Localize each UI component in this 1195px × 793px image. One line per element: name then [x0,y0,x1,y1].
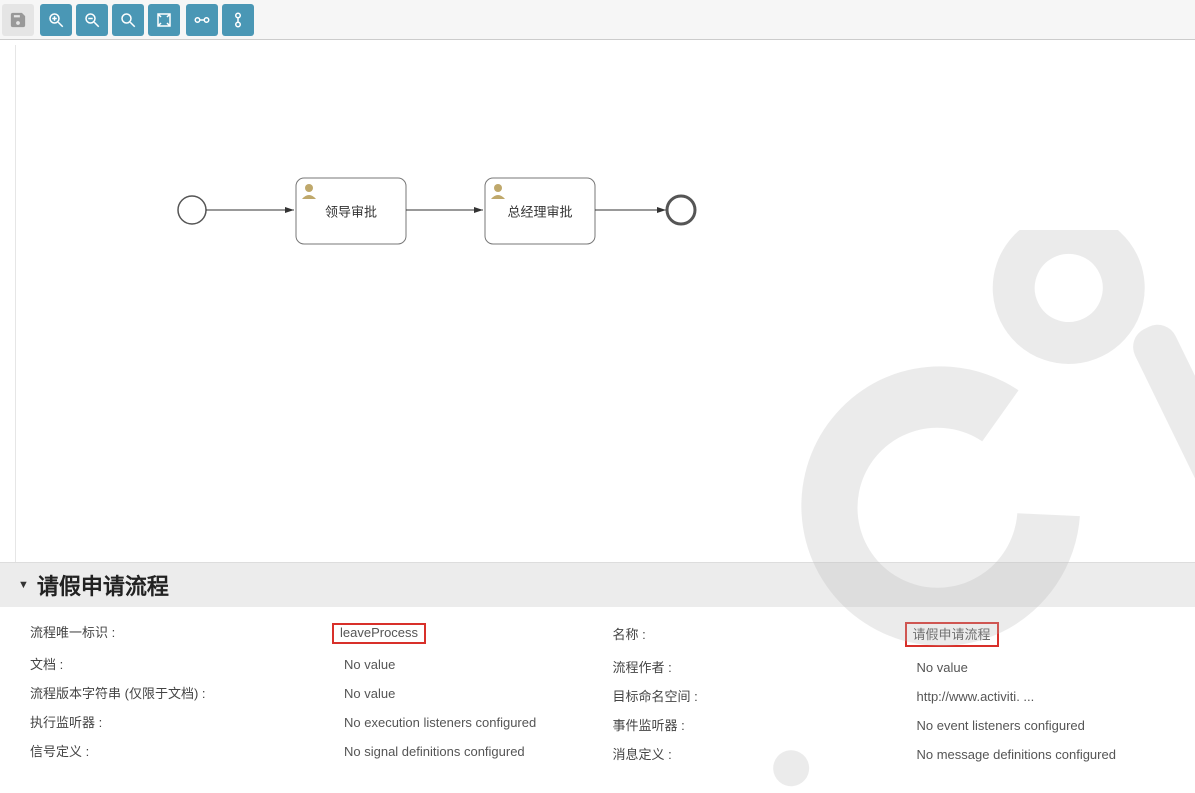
prop-value-doc[interactable]: No value [340,656,399,673]
save-button[interactable] [2,4,34,36]
zoom-in-button[interactable] [40,4,72,36]
prop-label-exec-listener: 执行监听器 : [30,712,340,731]
align-vertical-icon [229,11,247,29]
prop-value-exec-listener[interactable]: No execution listeners configured [340,714,540,731]
prop-value-author[interactable]: No value [913,659,972,676]
prop-label-author: 流程作者 : [613,657,913,676]
prop-label-namespace: 目标命名空间 : [613,686,913,705]
prop-label-process-id: 流程唯一标识 : [30,622,340,641]
prop-label-doc: 文档 : [30,654,340,673]
prop-value-event-listener[interactable]: No event listeners configured [913,717,1089,734]
zoom-in-icon [47,11,65,29]
save-icon [9,11,27,29]
align-horizontal-button[interactable] [186,4,218,36]
properties-panel: ▼ 请假申请流程 流程唯一标识 : leaveProcess 文档 : No v… [0,562,1195,768]
end-event[interactable] [667,196,695,224]
prop-value-namespace[interactable]: http://www.activiti. ... [913,688,1039,705]
prop-label-message: 消息定义 : [613,744,913,763]
zoom-reset-button[interactable] [112,4,144,36]
align-vertical-button[interactable] [222,4,254,36]
prop-value-message[interactable]: No message definitions configured [913,746,1120,763]
prop-value-version[interactable]: No value [340,685,399,702]
caret-down-icon: ▼ [18,579,29,591]
zoom-fit-icon [155,11,173,29]
prop-label-event-listener: 事件监听器 : [613,715,913,734]
task-label: 领导审批 [325,204,377,219]
diagram-canvas[interactable]: 领导审批 总经理审批 [15,45,1195,564]
prop-value-signal[interactable]: No signal definitions configured [340,743,529,760]
prop-value-process-id[interactable]: leaveProcess [332,623,426,644]
zoom-reset-icon [119,11,137,29]
zoom-fit-button[interactable] [148,4,180,36]
prop-value-name[interactable]: 请假申请流程 [905,622,999,647]
panel-header[interactable]: ▼ 请假申请流程 [0,562,1195,607]
zoom-out-icon [83,11,101,29]
start-event[interactable] [178,196,206,224]
zoom-out-button[interactable] [76,4,108,36]
panel-title: 请假申请流程 [37,569,169,601]
task-label: 总经理审批 [507,204,572,219]
prop-label-name: 名称 : [613,624,913,643]
toolbar [0,0,1195,40]
prop-label-signal: 信号定义 : [30,741,340,760]
bpmn-diagram: 领导审批 总经理审批 [16,45,736,345]
align-horizontal-icon [193,11,211,29]
prop-label-version: 流程版本字符串 (仅限于文档) : [30,683,340,702]
